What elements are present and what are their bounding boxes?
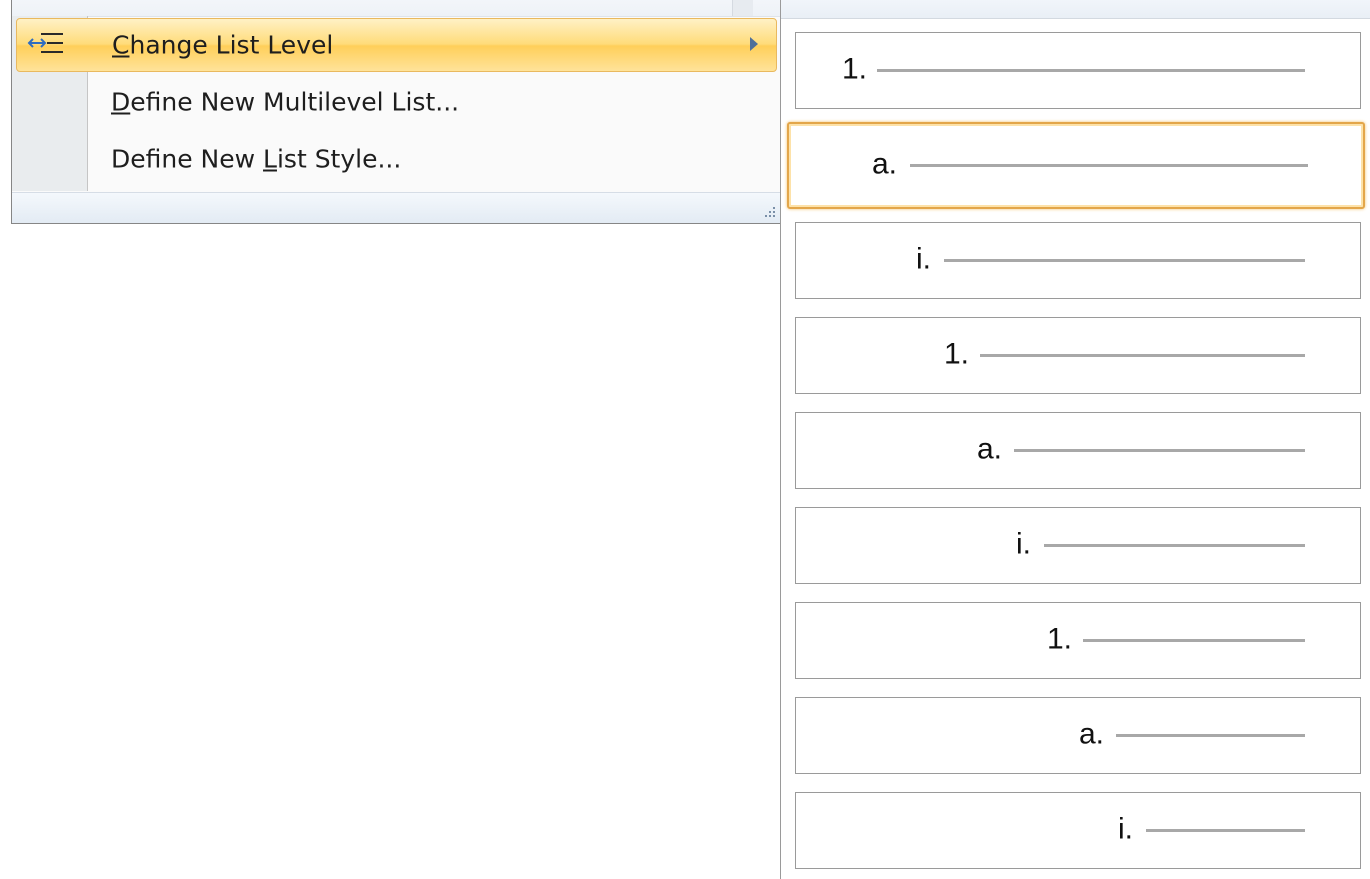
level-rule [910,163,1308,167]
resize-grip-icon[interactable] [763,205,777,219]
list-level-option-9[interactable]: i. [795,792,1361,869]
gallery-top-bar [781,0,1370,19]
submenu-arrow-icon [750,37,758,51]
menu-item-define-new-list-style[interactable]: Define New List Style... [16,132,777,186]
menu-item-label: Define New List Style... [111,144,402,174]
list-context-menu: Change List Level Define New Multilevel … [11,0,782,224]
menu-footer [12,192,781,223]
menu-item-label: Change List Level [112,30,334,60]
level-rule [1014,448,1305,452]
level-rule [877,68,1305,72]
list-level-gallery: 1. a. i. 1. a. i. 1. a. i. [780,0,1370,879]
list-level-option-5[interactable]: a. [795,412,1361,489]
level-marker: 1. [944,336,970,370]
menu-top-strip [12,0,781,17]
list-level-option-4[interactable]: 1. [795,317,1361,394]
level-marker: 1. [1047,621,1073,655]
level-rule [1044,543,1305,547]
menu-item-change-list-level[interactable]: Change List Level [16,18,777,72]
list-level-option-1[interactable]: 1. [795,32,1361,109]
list-level-option-8[interactable]: a. [795,697,1361,774]
list-level-option-7[interactable]: 1. [795,602,1361,679]
level-marker: a. [1079,716,1105,750]
level-rule [980,353,1305,357]
list-level-option-2[interactable]: a. [787,122,1365,209]
level-marker: i. [1118,811,1133,845]
change-list-level-icon [27,33,63,53]
screen: Change List Level Define New Multilevel … [0,0,1370,879]
level-marker: a. [872,146,898,180]
level-rule [1116,733,1305,737]
level-rule [944,258,1305,262]
level-rule [1146,828,1305,832]
level-marker: 1. [842,51,868,85]
level-marker: a. [977,431,1003,465]
list-level-option-6[interactable]: i. [795,507,1361,584]
level-rule [1083,638,1305,642]
menu-item-define-new-multilevel-list[interactable]: Define New Multilevel List... [16,75,777,129]
menu-item-label: Define New Multilevel List... [111,87,460,117]
level-marker: i. [1016,526,1031,560]
level-marker: i. [916,241,931,275]
list-level-option-3[interactable]: i. [795,222,1361,299]
scroll-nub [732,0,753,16]
